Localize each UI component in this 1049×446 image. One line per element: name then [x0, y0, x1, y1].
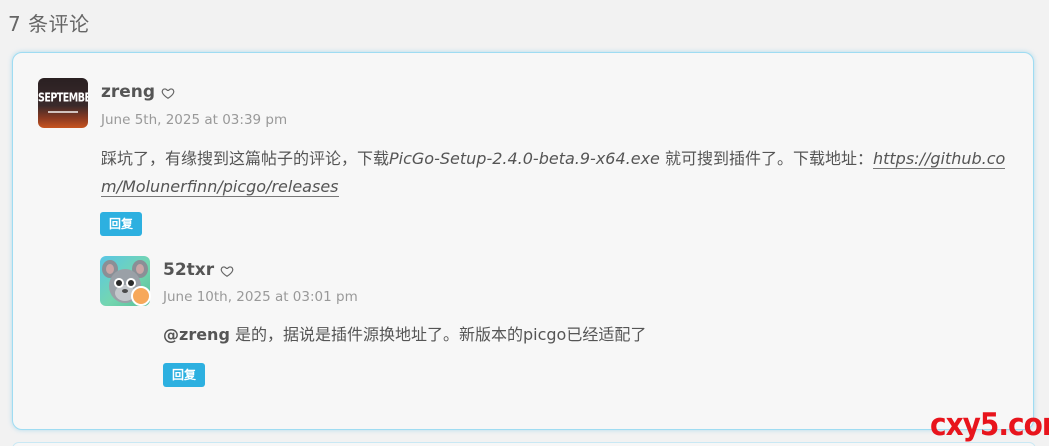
- comment-body: 踩坑了，有缘搜到这篇帖子的评论，下载PicGo-Setup-2.4.0-beta…: [101, 145, 1007, 201]
- reply-author[interactable]: 52txr: [163, 260, 214, 280]
- reply-body: @zreng 是的，据说是插件源换地址了。新版本的picgo已经适配了: [163, 321, 1003, 349]
- user-badge: [131, 286, 151, 306]
- comment-date: June 5th, 2025 at 03:39 pm: [101, 112, 288, 128]
- avatar[interactable]: SEPTEMBER: [38, 78, 88, 128]
- comment-text: 踩坑了，有缘搜到这篇帖子的评论，下载: [101, 149, 390, 168]
- comment-author[interactable]: zreng: [101, 82, 155, 102]
- reply-button[interactable]: 回复: [100, 212, 143, 236]
- mention-link[interactable]: @zreng: [163, 325, 230, 344]
- heart-icon[interactable]: [161, 86, 175, 100]
- reply-button[interactable]: 回复: [163, 363, 206, 387]
- comment-text-after: 就可搜到插件了。下载地址：: [659, 149, 873, 168]
- comments-section: 7 条评论 SEPTEMBER zreng June 5th, 2025 at …: [0, 0, 1049, 446]
- comment-filename: PicGo-Setup-2.4.0-beta.9-x64.exe: [389, 149, 660, 168]
- comment-card: SEPTEMBER zreng June 5th, 2025 at 03:39 …: [12, 52, 1034, 430]
- heart-icon[interactable]: [220, 264, 234, 278]
- watermark: cxy5.com: [930, 406, 1049, 443]
- reply-text: 是的，据说是插件源换地址了。新版本的picgo已经适配了: [229, 325, 647, 344]
- comments-count-title: 7 条评论: [8, 12, 90, 36]
- avatar-logo-text: SEPTEMBER: [38, 91, 88, 106]
- reply-date: June 10th, 2025 at 03:01 pm: [163, 289, 358, 305]
- avatar-decoration: [48, 111, 78, 113]
- next-comment-card: [12, 442, 1036, 446]
